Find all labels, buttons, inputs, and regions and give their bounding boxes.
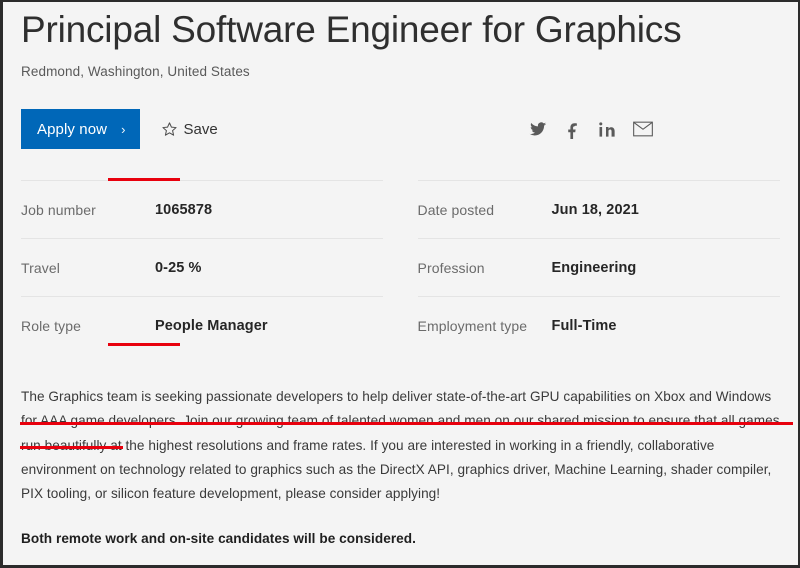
save-button[interactable]: Save	[161, 121, 218, 138]
table-row: Employment type Full-Time	[417, 296, 780, 354]
email-icon[interactable]	[633, 121, 653, 137]
details-column-right: Date posted Jun 18, 2021 Profession Engi…	[401, 180, 780, 354]
detail-label: Profession	[417, 259, 485, 276]
detail-value: Full-Time	[551, 317, 617, 334]
facebook-icon[interactable]	[563, 120, 582, 139]
detail-value: Jun 18, 2021	[551, 201, 639, 218]
apply-now-label: Apply now	[37, 120, 108, 138]
table-row: Job number 1065878	[21, 180, 383, 238]
detail-label: Date posted	[417, 201, 495, 218]
detail-label: Job number	[21, 201, 96, 218]
table-row: Profession Engineering	[417, 238, 780, 296]
twitter-icon[interactable]	[528, 120, 547, 139]
page-title: Principal Software Engineer for Graphics	[21, 9, 682, 50]
job-description: The Graphics team is seeking passionate …	[21, 389, 780, 502]
detail-label: Role type	[21, 317, 82, 334]
detail-label: Travel	[21, 259, 60, 276]
detail-value: Engineering	[551, 259, 637, 276]
detail-value: 1065878	[155, 201, 213, 218]
page-content: Principal Software Engineer for Graphics…	[3, 2, 798, 565]
job-posting-page: Principal Software Engineer for Graphics…	[0, 0, 800, 568]
social-share-group	[528, 120, 780, 139]
table-row: Travel 0-25 %	[21, 238, 383, 296]
action-bar: Apply now › Save	[21, 109, 780, 149]
table-row: Date posted Jun 18, 2021	[417, 180, 780, 238]
save-label: Save	[183, 120, 218, 138]
linkedin-icon[interactable]	[598, 120, 617, 139]
detail-label: Employment type	[417, 317, 528, 334]
chevron-right-icon: ›	[121, 121, 126, 137]
details-column-left: Job number 1065878 Travel 0-25 % Role ty…	[21, 180, 401, 354]
table-row: Role type People Manager	[21, 296, 383, 354]
apply-now-button[interactable]: Apply now ›	[21, 109, 140, 149]
detail-value: 0-25 %	[155, 259, 202, 276]
job-details-table: Job number 1065878 Travel 0-25 % Role ty…	[21, 180, 780, 354]
job-location: Redmond, Washington, United States	[21, 64, 250, 79]
detail-value: People Manager	[155, 317, 268, 334]
job-description-note: Both remote work and on-site candidates …	[21, 531, 416, 547]
star-icon	[161, 121, 178, 138]
